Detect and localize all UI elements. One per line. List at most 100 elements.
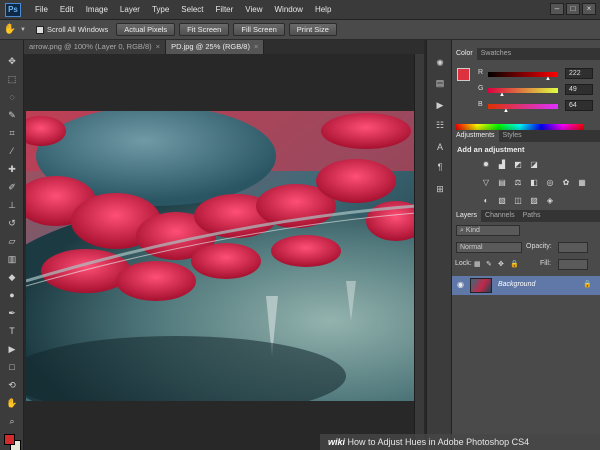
posterize-icon[interactable]: ▧: [496, 196, 508, 206]
gradient-map-icon[interactable]: ▨: [528, 196, 540, 206]
clone-stamp-tool-icon[interactable]: ⊥: [3, 198, 21, 213]
foreground-color-swatch[interactable]: [4, 434, 15, 445]
paragraph-icon[interactable]: ¶: [432, 160, 448, 174]
red-value-field[interactable]: 222: [565, 68, 593, 79]
dodge-tool-icon[interactable]: ●: [3, 288, 21, 303]
hand-tool-icon[interactable]: ✋: [3, 396, 21, 411]
lock-position-icon[interactable]: ✥: [498, 260, 504, 272]
layer-row-background[interactable]: ◉ Background 🔒: [452, 276, 600, 295]
green-slider-thumb[interactable]: ▲: [499, 92, 505, 98]
green-value-field[interactable]: 49: [565, 84, 593, 95]
blue-slider-thumb[interactable]: ▲: [503, 108, 509, 114]
eraser-tool-icon[interactable]: ▱: [3, 234, 21, 249]
menu-filter[interactable]: Filter: [210, 5, 240, 14]
fill-screen-button[interactable]: Fill Screen: [233, 23, 285, 36]
actual-pixels-button[interactable]: Actual Pixels: [116, 23, 176, 36]
tab-color[interactable]: Color: [452, 48, 477, 60]
close-icon[interactable]: ×: [156, 40, 160, 54]
threshold-icon[interactable]: ◫: [512, 196, 524, 206]
lock-transparent-icon[interactable]: ▦: [474, 260, 481, 272]
brightness-icon[interactable]: ✹: [480, 160, 492, 170]
brush-tool-icon[interactable]: ✐: [3, 180, 21, 195]
menu-type[interactable]: Type: [146, 5, 175, 14]
color-lookup-icon[interactable]: ▦: [576, 178, 588, 188]
lock-image-icon[interactable]: ✎: [486, 260, 492, 272]
menu-window[interactable]: Window: [269, 5, 309, 14]
hue-saturation-icon[interactable]: ▤: [496, 178, 508, 188]
eyedropper-tool-icon[interactable]: ⁄: [3, 144, 21, 159]
levels-icon[interactable]: ▟: [496, 160, 508, 170]
maximize-button[interactable]: □: [566, 3, 580, 15]
blend-mode-select[interactable]: Normal: [456, 242, 522, 253]
black-white-icon[interactable]: ◧: [528, 178, 540, 188]
print-size-button[interactable]: Print Size: [288, 23, 337, 36]
quick-select-tool-icon[interactable]: ✎: [3, 108, 21, 123]
hand-icon[interactable]: ✋: [0, 24, 20, 35]
character-icon[interactable]: A: [432, 140, 448, 154]
fill-label: Fill:: [540, 260, 551, 267]
vibrance-icon[interactable]: ▽: [480, 178, 492, 188]
minimize-button[interactable]: –: [550, 3, 564, 15]
zoom-tool-icon[interactable]: ⌕: [3, 414, 21, 429]
tab-layers[interactable]: Layers: [452, 210, 482, 222]
move-tool-icon[interactable]: ✥: [3, 54, 21, 69]
pen-tool-icon[interactable]: ✒: [3, 306, 21, 321]
history-brush-tool-icon[interactable]: ↺: [3, 216, 21, 231]
tab-styles[interactable]: Styles: [499, 130, 526, 142]
blue-channel-row: B ▲ 64: [478, 100, 596, 114]
channel-mixer-icon[interactable]: ✿: [560, 178, 572, 188]
red-slider-thumb[interactable]: ▲: [545, 76, 551, 82]
blur-tool-icon[interactable]: ◆: [3, 270, 21, 285]
tab-arrow-png[interactable]: arrow.png @ 100% (Layer 0, RGB/8) ×: [24, 40, 167, 54]
tool-preset-chevron-icon[interactable]: ▼: [20, 27, 26, 33]
photo-filter-icon[interactable]: ◎: [544, 178, 556, 188]
gradient-tool-icon[interactable]: ▥: [3, 252, 21, 267]
tab-adjustments[interactable]: Adjustments: [452, 130, 499, 142]
exposure-icon[interactable]: ◪: [528, 160, 540, 170]
path-select-tool-icon[interactable]: ▶: [3, 342, 21, 357]
shape-tool-icon[interactable]: □: [3, 360, 21, 375]
opacity-field[interactable]: [558, 242, 588, 253]
fill-field[interactable]: [558, 259, 588, 270]
lasso-tool-icon[interactable]: ◌: [3, 90, 21, 105]
3d-rotate-tool-icon[interactable]: ⟲: [3, 378, 21, 393]
document-workspace[interactable]: [24, 54, 424, 450]
menu-layer[interactable]: Layer: [114, 5, 146, 14]
crop-tool-icon[interactable]: ⌗: [3, 126, 21, 141]
invert-icon[interactable]: ◐: [480, 196, 492, 206]
blue-value-field[interactable]: 64: [565, 100, 593, 111]
close-button[interactable]: ×: [582, 3, 596, 15]
histogram-icon[interactable]: ▤: [432, 76, 448, 90]
blue-channel-slider[interactable]: [488, 104, 558, 109]
menu-file[interactable]: File: [29, 5, 54, 14]
tab-channels[interactable]: Channels: [481, 210, 519, 222]
menu-help[interactable]: Help: [309, 5, 337, 14]
actions-icon[interactable]: ▶: [432, 98, 448, 112]
lock-all-icon[interactable]: 🔒: [510, 260, 519, 272]
brush-presets-icon[interactable]: ☷: [432, 118, 448, 132]
fit-screen-button[interactable]: Fit Screen: [179, 23, 230, 36]
navigator-icon[interactable]: ✺: [432, 56, 448, 70]
image-canvas[interactable]: [26, 111, 416, 401]
scroll-all-windows-checkbox[interactable]: [35, 25, 44, 34]
tab-paths[interactable]: Paths: [519, 210, 545, 222]
marquee-tool-icon[interactable]: ⬚: [3, 72, 21, 87]
tab-swatches[interactable]: Swatches: [477, 48, 515, 60]
menu-edit[interactable]: Edit: [54, 5, 80, 14]
color-balance-icon[interactable]: ⚖: [512, 178, 524, 188]
foreground-color-swatch[interactable]: [457, 68, 470, 81]
menu-image[interactable]: Image: [80, 5, 114, 14]
menu-select[interactable]: Select: [175, 5, 209, 14]
curves-icon[interactable]: ◩: [512, 160, 524, 170]
eye-icon[interactable]: ◉: [457, 280, 465, 290]
clone-source-icon[interactable]: ⊞: [432, 182, 448, 196]
type-tool-icon[interactable]: T: [3, 324, 21, 339]
selective-color-icon[interactable]: ◈: [544, 196, 556, 206]
healing-brush-tool-icon[interactable]: ✚: [3, 162, 21, 177]
photoshop-logo: Ps: [5, 2, 21, 17]
menu-view[interactable]: View: [239, 5, 268, 14]
layer-filter-kind[interactable]: ⌕ Kind: [456, 225, 520, 236]
tab-pd-jpg[interactable]: PD.jpg @ 25% (RGB/8) ×: [166, 40, 265, 54]
canvas-vertical-scrollbar[interactable]: [414, 54, 424, 450]
close-icon[interactable]: ×: [254, 40, 258, 54]
